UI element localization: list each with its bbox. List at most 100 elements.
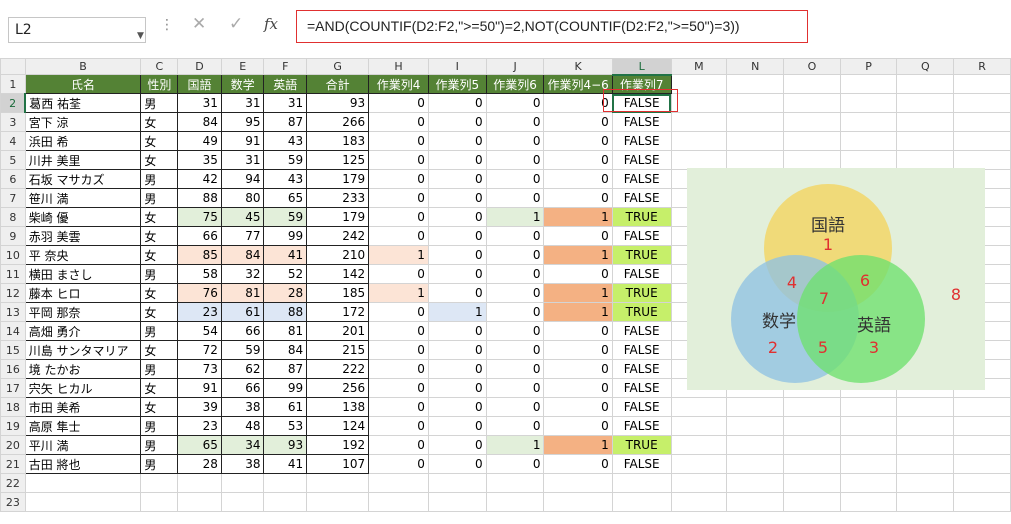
empty-cell[interactable]	[263, 492, 308, 512]
empty-cell[interactable]	[953, 131, 1011, 151]
work4-cell[interactable]: 0	[368, 435, 429, 455]
empty-cell[interactable]	[896, 492, 955, 512]
sex-cell[interactable]: 男	[140, 169, 179, 189]
eigo-cell[interactable]: 41	[263, 454, 308, 474]
kokugo-cell[interactable]: 31	[177, 93, 222, 113]
empty-cell[interactable]	[783, 454, 841, 474]
name-cell[interactable]: 平岡 那奈	[24, 302, 142, 322]
work7-cell[interactable]: FALSE	[611, 454, 672, 474]
total-cell[interactable]: 192	[306, 435, 370, 455]
kokugo-cell[interactable]: 54	[177, 321, 222, 341]
column-header-b[interactable]: B	[24, 58, 142, 75]
row-header-5[interactable]: 5	[0, 150, 26, 170]
total-cell[interactable]: 172	[306, 302, 370, 322]
row-header-17[interactable]: 17	[0, 378, 26, 398]
work5-cell[interactable]: 0	[427, 416, 487, 436]
work7-cell[interactable]: TRUE	[611, 245, 672, 265]
empty-cell[interactable]	[953, 473, 1011, 493]
row-header-3[interactable]: 3	[0, 112, 26, 132]
empty-cell[interactable]	[896, 93, 955, 113]
total-cell[interactable]: 233	[306, 188, 370, 208]
kokugo-cell[interactable]: 88	[177, 188, 222, 208]
empty-cell[interactable]	[953, 74, 1011, 94]
total-cell[interactable]: 266	[306, 112, 370, 132]
empty-cell[interactable]	[670, 454, 728, 474]
column-header-i[interactable]: I	[427, 58, 487, 75]
empty-cell[interactable]	[670, 473, 728, 493]
empty-cell[interactable]	[543, 473, 613, 493]
empty-cell[interactable]	[953, 93, 1011, 113]
empty-cell[interactable]	[726, 112, 785, 132]
row-header-22[interactable]: 22	[0, 473, 26, 493]
column-header-j[interactable]: J	[485, 58, 545, 75]
work7-cell[interactable]: FALSE	[611, 359, 672, 379]
row-header-14[interactable]: 14	[0, 321, 26, 341]
empty-cell[interactable]	[726, 435, 785, 455]
work7-cell[interactable]: FALSE	[611, 321, 672, 341]
empty-cell[interactable]	[427, 473, 487, 493]
work5-cell[interactable]: 0	[427, 378, 487, 398]
work6-cell[interactable]: 0	[485, 454, 545, 474]
empty-cell[interactable]	[140, 492, 179, 512]
empty-cell[interactable]	[839, 416, 898, 436]
empty-cell[interactable]	[726, 397, 785, 417]
work7-cell[interactable]: TRUE	[611, 302, 672, 322]
work4-cell[interactable]: 0	[368, 112, 429, 132]
empty-cell[interactable]	[220, 492, 265, 512]
work4-cell[interactable]: 0	[368, 169, 429, 189]
sugaku-cell[interactable]: 61	[220, 302, 265, 322]
empty-cell[interactable]	[726, 93, 785, 113]
header-cell[interactable]: 作業列4−6	[543, 74, 613, 94]
work4-cell[interactable]: 0	[368, 302, 429, 322]
work5-cell[interactable]: 0	[427, 397, 487, 417]
kokugo-cell[interactable]: 23	[177, 416, 222, 436]
header-cell[interactable]: 国語	[177, 74, 222, 94]
work4-6-cell[interactable]: 0	[543, 131, 613, 151]
column-header-g[interactable]: G	[306, 58, 370, 75]
empty-cell[interactable]	[306, 473, 370, 493]
total-cell[interactable]: 124	[306, 416, 370, 436]
column-header-d[interactable]: D	[177, 58, 222, 75]
sex-cell[interactable]: 男	[140, 93, 179, 113]
empty-cell[interactable]	[896, 112, 955, 132]
work6-cell[interactable]: 0	[485, 359, 545, 379]
work4-6-cell[interactable]: 0	[543, 454, 613, 474]
sex-cell[interactable]: 男	[140, 264, 179, 284]
empty-cell[interactable]	[839, 473, 898, 493]
work6-cell[interactable]: 0	[485, 283, 545, 303]
eigo-cell[interactable]: 52	[263, 264, 308, 284]
sugaku-cell[interactable]: 31	[220, 150, 265, 170]
work6-cell[interactable]: 0	[485, 169, 545, 189]
header-cell[interactable]: 氏名	[24, 74, 142, 94]
work6-cell[interactable]: 0	[485, 226, 545, 246]
work7-cell[interactable]: FALSE	[611, 150, 672, 170]
work5-cell[interactable]: 0	[427, 435, 487, 455]
work5-cell[interactable]: 0	[427, 93, 487, 113]
work4-cell[interactable]: 1	[368, 283, 429, 303]
work7-cell[interactable]: FALSE	[611, 226, 672, 246]
work5-cell[interactable]: 0	[427, 226, 487, 246]
work4-6-cell[interactable]: 0	[543, 340, 613, 360]
empty-cell[interactable]	[427, 492, 487, 512]
sex-cell[interactable]: 女	[140, 131, 179, 151]
sugaku-cell[interactable]: 84	[220, 245, 265, 265]
total-cell[interactable]: 242	[306, 226, 370, 246]
eigo-cell[interactable]: 99	[263, 226, 308, 246]
row-header-21[interactable]: 21	[0, 454, 26, 474]
empty-cell[interactable]	[368, 492, 429, 512]
sex-cell[interactable]: 男	[140, 188, 179, 208]
empty-cell[interactable]	[839, 74, 898, 94]
total-cell[interactable]: 210	[306, 245, 370, 265]
name-cell[interactable]: 宍矢 ヒカル	[24, 378, 142, 398]
eigo-cell[interactable]: 59	[263, 150, 308, 170]
name-cell[interactable]: 川島 サンタマリア	[24, 340, 142, 360]
sex-cell[interactable]: 女	[140, 150, 179, 170]
work4-cell[interactable]: 1	[368, 245, 429, 265]
empty-cell[interactable]	[839, 454, 898, 474]
work4-6-cell[interactable]: 1	[543, 435, 613, 455]
total-cell[interactable]: 125	[306, 150, 370, 170]
empty-cell[interactable]	[306, 492, 370, 512]
work4-cell[interactable]: 0	[368, 188, 429, 208]
eigo-cell[interactable]: 99	[263, 378, 308, 398]
work5-cell[interactable]: 0	[427, 112, 487, 132]
